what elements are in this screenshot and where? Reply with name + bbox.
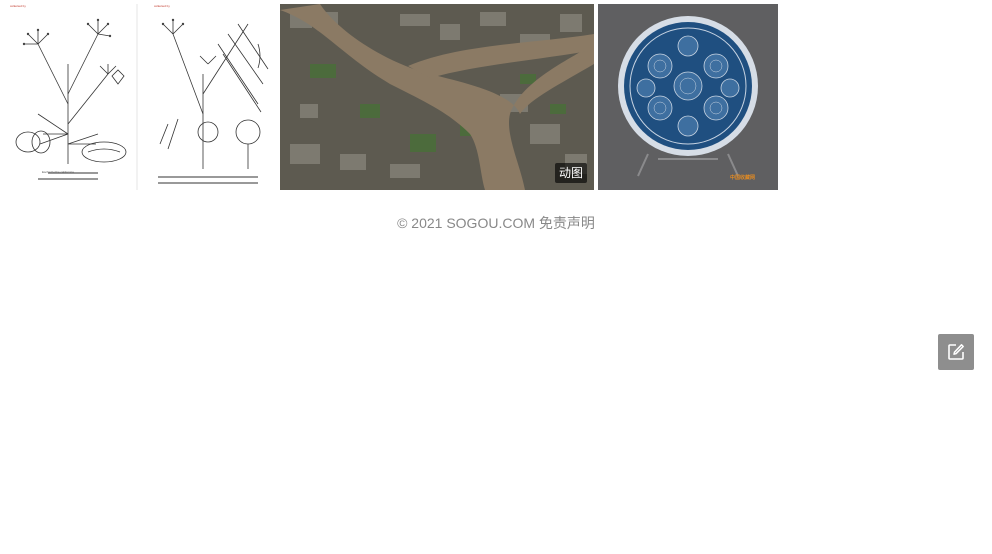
- blue-white-porcelain-plate: [598, 4, 778, 190]
- animated-gif-badge: 动图: [554, 163, 587, 183]
- image-tile-aerial[interactable]: 动图: [280, 4, 594, 190]
- image-watermark: 中国收藏网: [730, 175, 756, 181]
- image-caption: Eschscholzia californica: [42, 170, 74, 174]
- disclaimer-link[interactable]: 免责声明: [539, 215, 595, 231]
- image-tile-porcelain[interactable]: 中国收藏网: [598, 4, 778, 190]
- edit-icon: [948, 344, 964, 360]
- page-footer: © 2021 SOGOU.COM 免责声明: [0, 214, 992, 232]
- image-tile-botanical[interactable]: collected by Eschscholzia californica co…: [8, 4, 276, 190]
- botanical-illustration: [15, 4, 269, 190]
- feedback-button[interactable]: [938, 334, 974, 370]
- copyright-text: © 2021 SOGOU.COM: [397, 215, 536, 231]
- image-caption: collected by: [154, 4, 170, 8]
- aerial-river-city: [280, 4, 594, 190]
- image-caption: collected by: [10, 4, 26, 8]
